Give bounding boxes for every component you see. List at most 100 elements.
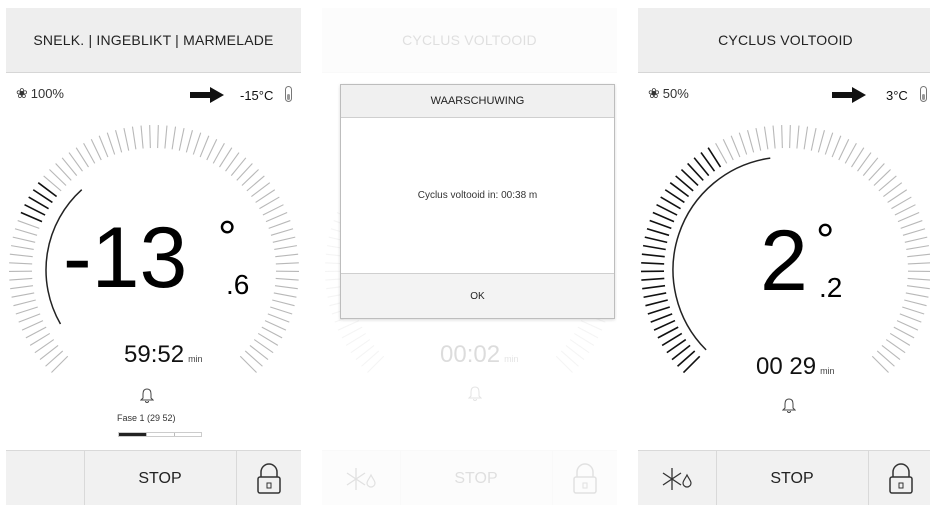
temperature-dial	[640, 125, 930, 374]
timer-unit: min	[820, 366, 835, 376]
dial-tick	[29, 332, 51, 346]
dial-tick	[722, 139, 734, 161]
dial-tick	[14, 228, 38, 236]
dial-tick	[25, 326, 47, 339]
phase-progress-bar	[118, 432, 202, 437]
dial-tick	[838, 139, 850, 161]
dial-tick	[810, 128, 817, 151]
dial-tick	[149, 125, 151, 149]
dial-tick	[268, 220, 291, 229]
panel-cycle-complete: CYCLUS VOLTOOID ❀ 50% 3°C 2 ° .2 00 29 min…	[638, 8, 930, 505]
dial-tick	[643, 292, 667, 299]
timer-unit: min	[504, 354, 519, 364]
stop-button: STOP	[454, 469, 498, 487]
dial-tick	[17, 220, 40, 229]
bottom-toolbar: STOP	[638, 450, 930, 505]
dial-tick	[891, 196, 912, 210]
lock-icon	[889, 462, 913, 494]
timer-value: 00:02	[440, 341, 501, 368]
dial-tick	[781, 125, 783, 149]
dial-tick	[11, 292, 35, 298]
stop-button[interactable]: STOP	[717, 451, 867, 505]
dial-tick	[641, 253, 665, 258]
dial-tick	[272, 236, 296, 243]
dial-tick	[259, 196, 280, 210]
dial-tick	[262, 204, 284, 216]
defrost-button	[322, 451, 401, 505]
dial-tick	[90, 139, 102, 161]
timer: 00 29 min	[756, 353, 835, 381]
current-temperature: 2	[760, 213, 808, 309]
dialog-message: Cyclus voltooid in: 00:38 m	[417, 189, 538, 201]
dial-tick	[650, 313, 673, 323]
dial-tick	[98, 135, 109, 158]
degree-symbol: °	[816, 214, 835, 266]
dial-tick	[906, 245, 930, 251]
lock-button[interactable]	[236, 451, 301, 505]
dial-tick	[267, 313, 290, 323]
dial-tick	[275, 253, 299, 258]
dial-tick	[573, 332, 595, 346]
defrost-button[interactable]	[638, 451, 717, 505]
dial-tick	[264, 320, 287, 331]
snowflake-drop-icon	[346, 467, 376, 490]
dial-tick	[641, 277, 665, 281]
dial-tick	[577, 326, 599, 339]
ok-button[interactable]: OK	[341, 273, 614, 318]
dial-tick	[199, 135, 210, 158]
dial-tick	[115, 130, 123, 153]
dial-tick	[257, 332, 279, 346]
dial-tick	[907, 277, 930, 281]
dial-tick	[178, 128, 185, 151]
temperature-decimal: .6	[226, 269, 250, 300]
panel-cycle-warning: CYCLUS VOLTOOID 00:02 min STOP WAARSCHUW…	[322, 8, 617, 505]
dial-tick	[157, 125, 159, 149]
dial-tick	[261, 326, 283, 339]
dial-tick	[337, 320, 360, 331]
dial-tick	[747, 130, 755, 153]
dial-tick	[20, 211, 43, 223]
dial-tick	[645, 299, 668, 307]
dial-tick	[715, 142, 728, 164]
bell-icon[interactable]	[782, 398, 796, 414]
dialog-title: WAARSCHUWING	[341, 85, 614, 118]
dial-tick	[904, 299, 927, 307]
dial-tick	[647, 306, 670, 315]
dial-tick	[18, 313, 41, 323]
dial-tick	[83, 142, 96, 164]
dial-tick	[642, 244, 666, 251]
timer-unit: min	[188, 354, 203, 364]
lock-button	[552, 451, 617, 505]
dial-tick	[817, 130, 825, 153]
dial-tick	[212, 142, 225, 164]
dial-tick	[275, 277, 299, 281]
dial-tick	[10, 285, 34, 290]
bell-icon	[468, 386, 482, 401]
dial-tick	[274, 245, 298, 251]
dial-tick	[652, 211, 675, 223]
dial-tick	[894, 204, 916, 216]
dial-tick	[270, 306, 293, 315]
dial-tick	[9, 253, 33, 258]
degree-symbol: °	[218, 211, 237, 263]
bottom-toolbar: STOP	[322, 450, 617, 505]
dial-tick	[738, 132, 748, 155]
dial-tick	[656, 203, 678, 216]
progress-separator	[174, 433, 175, 436]
dial-tick	[24, 203, 46, 216]
lock-button[interactable]	[868, 451, 930, 505]
dial-tick	[274, 285, 298, 290]
dial-tick	[824, 132, 834, 155]
timer-value: 00 29	[756, 353, 817, 380]
bell-icon[interactable]	[140, 388, 154, 404]
dial-tick	[275, 262, 299, 265]
dial-tick	[653, 319, 676, 331]
dial-tick	[642, 284, 666, 290]
dial-tick	[905, 292, 929, 298]
dial-tick	[899, 313, 922, 323]
dial-tick	[907, 262, 930, 265]
dial-tick	[171, 126, 177, 150]
temperature-decimal: .2	[819, 272, 843, 303]
dial-tick	[9, 262, 33, 265]
stop-button[interactable]: STOP	[85, 451, 235, 505]
